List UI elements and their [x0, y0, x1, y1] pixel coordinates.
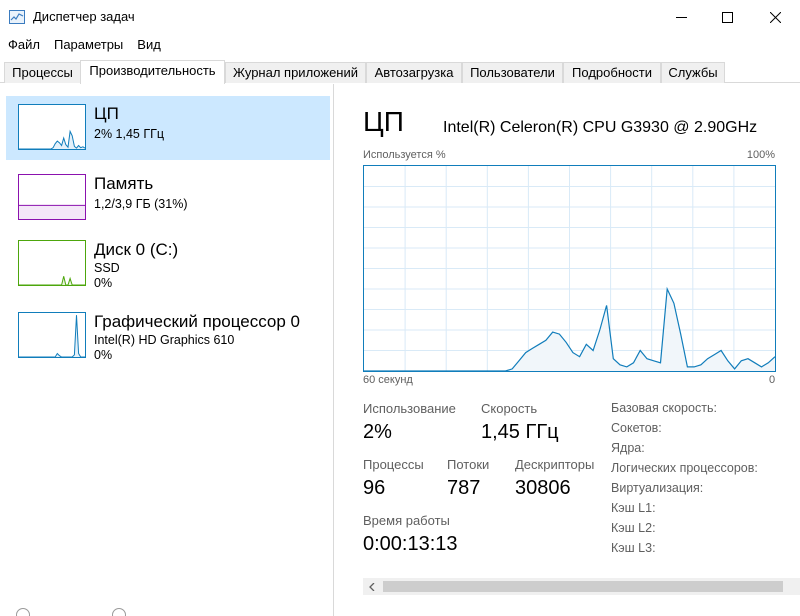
threads-value: 787: [447, 477, 481, 499]
thumbnail-line: [19, 315, 85, 357]
uptime-label: Время работы: [363, 513, 450, 528]
resource-usage: 0%: [94, 276, 113, 290]
spec-l1-cache: Кэш L1:: [611, 501, 656, 515]
menu-bar: Файл Параметры Вид: [0, 35, 167, 55]
spec-base-speed: Базовая скорость:: [611, 401, 717, 415]
tab-strip: Процессы Производительность Журнал прило…: [0, 60, 800, 84]
cpu-thumbnail-graph: [18, 104, 86, 150]
resource-item-gpu[interactable]: Графический процессор 0 Intel(R) HD Grap…: [6, 304, 330, 368]
speed-value: 1,45 ГГц: [481, 421, 559, 443]
spec-logical-processors: Логических процессоров:: [611, 461, 758, 475]
graph-label: Используется %: [363, 149, 446, 161]
memory-usage-area: [19, 205, 85, 219]
resource-item-memory[interactable]: Память 1,2/3,9 ГБ (31%): [6, 166, 330, 230]
resource-list: ЦП 2% 1,45 ГГц Память 1,2/3,9 ГБ (31%) Д…: [0, 84, 334, 616]
cpu-model-name: Intel(R) Celeron(R) CPU G3930 @ 2.90GHz: [443, 119, 758, 136]
tab-performance[interactable]: Производительность: [80, 60, 225, 84]
close-button[interactable]: [752, 0, 798, 34]
spec-l3-cache: Кэш L3:: [611, 541, 656, 555]
resource-subtitle: 1,2/3,9 ГБ (31%): [94, 197, 188, 211]
processes-label: Процессы: [363, 457, 424, 472]
memory-thumbnail-graph: [18, 174, 86, 220]
graph-time-label: 60 секунд: [363, 374, 413, 386]
threads-label: Потоки: [447, 457, 490, 472]
title-bar: Диспетчер задач: [0, 0, 800, 34]
resource-subtitle: SSD: [94, 261, 120, 275]
uptime-value: 0:00:13:13: [363, 533, 458, 555]
thumbnail-area: [19, 276, 85, 285]
tab-startup[interactable]: Автозагрузка: [366, 62, 462, 83]
menu-view[interactable]: Вид: [129, 35, 167, 55]
handles-value: 30806: [515, 477, 571, 499]
cpu-detail-panel: ЦП Intel(R) Celeron(R) CPU G3930 @ 2.90G…: [335, 84, 800, 616]
processes-value: 96: [363, 477, 386, 499]
resource-title: Память: [94, 174, 154, 193]
resource-item-cpu[interactable]: ЦП 2% 1,45 ГГц: [6, 96, 330, 160]
maximize-button[interactable]: [704, 0, 750, 34]
task-manager-icon: [9, 10, 25, 24]
tab-app-history[interactable]: Журнал приложений: [225, 62, 366, 83]
gpu-thumbnail-graph: [18, 312, 86, 358]
cpu-usage-graph: [363, 165, 776, 372]
spec-virtualization: Виртуализация:: [611, 481, 704, 495]
thumbnail-line: [19, 276, 85, 285]
tab-details[interactable]: Подробности: [563, 62, 661, 83]
maximize-icon: [721, 11, 733, 23]
horizontal-scrollbar[interactable]: [363, 578, 800, 595]
window-title: Диспетчер задач: [33, 9, 135, 24]
tab-services[interactable]: Службы: [661, 62, 725, 83]
thumbnail-line: [19, 129, 85, 149]
graph-time-end: 0: [769, 374, 776, 386]
resource-title: ЦП: [94, 104, 119, 123]
tab-processes[interactable]: Процессы: [4, 62, 81, 83]
resource-subtitle: Intel(R) HD Graphics 610: [94, 333, 235, 347]
graph-max-label: 100%: [746, 149, 775, 161]
detail-heading: ЦП: [363, 106, 404, 137]
scrollbar-thumb[interactable]: [383, 581, 783, 592]
speed-label: Скорость: [481, 401, 538, 416]
fewer-details-icon[interactable]: [16, 608, 30, 616]
spec-sockets: Сокетов:: [611, 421, 662, 435]
resource-title: Графический процессор 0: [94, 312, 301, 331]
usage-value: 2%: [363, 421, 392, 443]
menu-options[interactable]: Параметры: [46, 35, 129, 55]
close-icon: [769, 11, 781, 23]
minimize-icon: [675, 16, 687, 18]
spec-l2-cache: Кэш L2:: [611, 521, 656, 535]
scroll-left-arrow-icon[interactable]: [363, 578, 380, 595]
usage-label: Использование: [363, 401, 456, 416]
resource-monitor-icon[interactable]: [112, 608, 126, 616]
resource-item-disk[interactable]: Диск 0 (C:) SSD 0%: [6, 232, 330, 296]
resource-subtitle: 2% 1,45 ГГц: [94, 127, 165, 141]
minimize-button[interactable]: [658, 0, 704, 34]
tab-users[interactable]: Пользователи: [462, 62, 563, 83]
spec-cores: Ядра:: [611, 441, 645, 455]
resource-usage: 0%: [94, 348, 113, 362]
handles-label: Дескрипторы: [515, 457, 595, 472]
disk-thumbnail-graph: [18, 240, 86, 286]
resource-title: Диск 0 (C:): [94, 240, 179, 259]
menu-file[interactable]: Файл: [0, 35, 46, 55]
